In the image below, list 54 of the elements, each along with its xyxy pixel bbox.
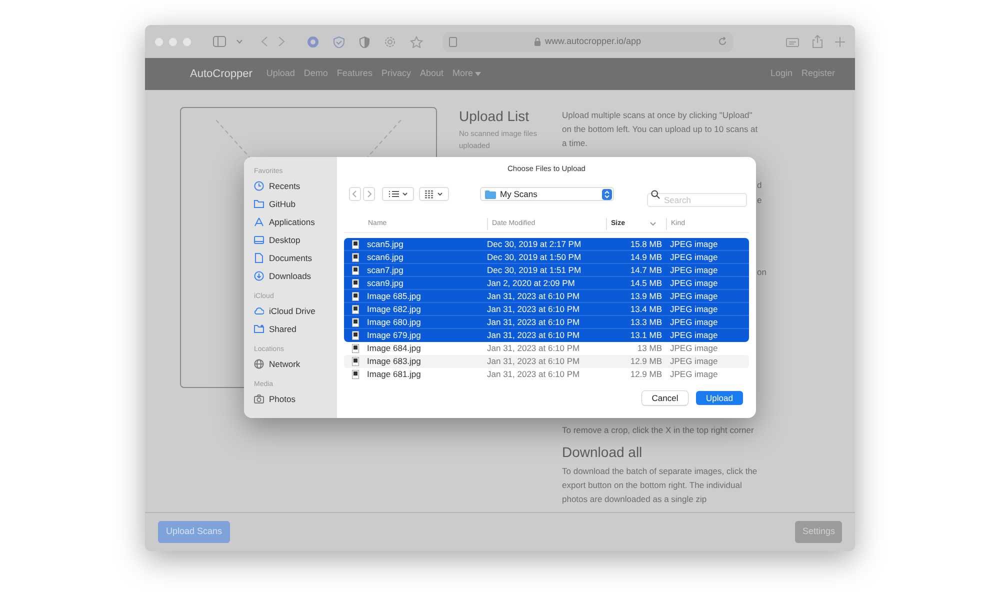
url-text: www.autocropper.io/app [544, 34, 642, 48]
file-date: Jan 31, 2023 at 6:10 PM [487, 368, 581, 381]
file-kind: JPEG image [669, 316, 719, 329]
file-date: Jan 2, 2020 at 2:09 PM [487, 277, 576, 290]
file-size: 13.4 MB [629, 303, 662, 316]
text-fragment: e [757, 194, 762, 206]
help-text: To remove a crop, click the X in the top right corner [562, 424, 755, 437]
file-name: scan5.jpg [367, 238, 404, 251]
file-date: Dec 30, 2019 at 1:50 PM [487, 251, 582, 264]
file-size: 12.9 MB [629, 368, 662, 381]
file-kind: JPEG image [669, 303, 719, 316]
file-name: scan7.jpg [367, 264, 404, 277]
file-name: Image 684.jpg [367, 342, 422, 355]
file-name: scan6.jpg [367, 251, 404, 264]
file-name: Image 682.jpg [367, 303, 422, 316]
file-name: Image 681.jpg [367, 368, 422, 381]
file-name: scan9.jpg [367, 277, 404, 290]
file-size: 13.9 MB [629, 290, 662, 303]
file-size: 14.9 MB [629, 251, 662, 264]
text-fragment: on [757, 266, 766, 278]
file-date: Jan 31, 2023 at 6:10 PM [487, 355, 581, 368]
file-name: Image 680.jpg [367, 316, 422, 329]
file-date: Jan 31, 2023 at 6:10 PM [487, 290, 581, 303]
file-name: Image 679.jpg [367, 329, 422, 342]
file-size: 13 MB [636, 342, 662, 355]
file-kind: JPEG image [669, 329, 719, 342]
file-kind: JPEG image [669, 277, 719, 290]
file-size: 14.7 MB [629, 264, 662, 277]
file-date: Jan 31, 2023 at 6:10 PM [487, 342, 581, 355]
file-kind: JPEG image [669, 368, 719, 381]
text-fragment: d [757, 179, 762, 191]
file-size: 13.3 MB [629, 316, 662, 329]
file-size: 13.1 MB [629, 329, 662, 342]
file-date: Jan 31, 2023 at 6:10 PM [487, 316, 581, 329]
file-name: Image 685.jpg [367, 290, 422, 303]
section-heading: Download all [562, 443, 644, 461]
file-date: Dec 30, 2019 at 2:17 PM [487, 238, 582, 251]
file-kind: JPEG image [669, 264, 719, 277]
file-size: 12.9 MB [629, 355, 662, 368]
file-date: Dec 30, 2019 at 1:51 PM [487, 264, 582, 277]
file-kind: JPEG image [669, 355, 719, 368]
file-kind: JPEG image [669, 342, 719, 355]
file-date: Jan 31, 2023 at 6:10 PM [487, 329, 581, 342]
file-size: 14.5 MB [629, 277, 662, 290]
section-heading: Upload List [459, 107, 530, 125]
file-size: 15.8 MB [629, 238, 662, 251]
file-kind: JPEG image [669, 238, 719, 251]
help-text: Upload multiple scans at once by clicking "Upload" on the bottom left. You can upload up to 10 scans at a time. [562, 109, 759, 150]
file-kind: JPEG image [669, 290, 719, 303]
file-date: Jan 31, 2023 at 6:10 PM [487, 303, 581, 316]
file-name: Image 683.jpg [367, 355, 422, 368]
file-kind: JPEG image [669, 251, 719, 264]
location-label: My Scans [500, 188, 538, 200]
help-text: To download the batch of separate images, click the export button on the bottom right. The individual photos are downloaded as a single zip [562, 465, 758, 506]
